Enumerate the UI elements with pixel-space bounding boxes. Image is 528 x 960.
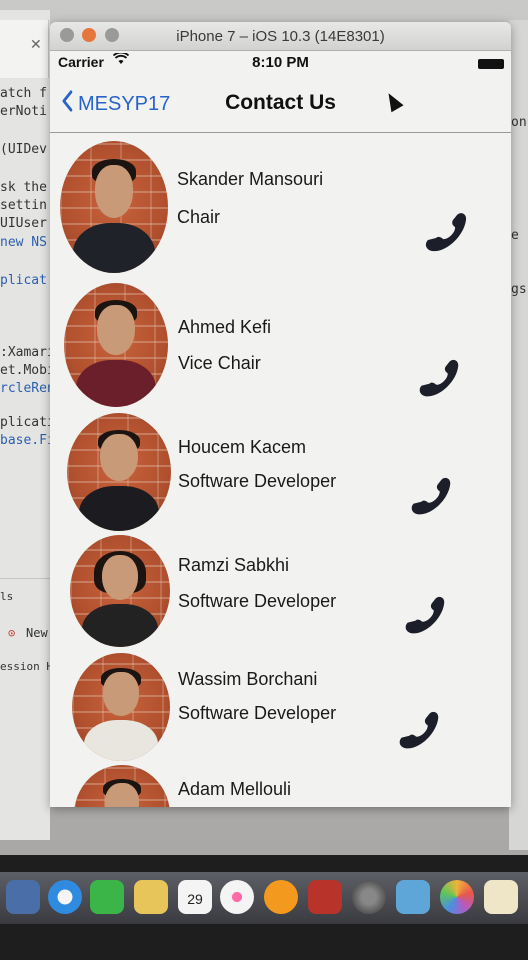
close-icon[interactable]: ✕ bbox=[30, 36, 42, 53]
divider bbox=[0, 578, 50, 579]
battery-icon bbox=[478, 59, 504, 69]
photo-booth-icon[interactable] bbox=[308, 880, 342, 914]
contact-row[interactable]: Houcem Kacem Software Developer bbox=[50, 413, 511, 535]
avatar bbox=[67, 413, 171, 531]
code-line: settin bbox=[0, 198, 47, 213]
code-line: erNoti bbox=[0, 104, 47, 119]
simulator-window: iPhone 7 – iOS 10.3 (14E8301) Carrier 8:… bbox=[50, 22, 511, 807]
code-line: plicat bbox=[0, 273, 47, 288]
avatar bbox=[70, 535, 170, 647]
ide-tab[interactable]: ✕ bbox=[0, 20, 49, 78]
avatar bbox=[64, 283, 168, 407]
app-icon[interactable] bbox=[6, 880, 40, 914]
code-line: gs( bbox=[511, 282, 528, 297]
window-title: iPhone 7 – iOS 10.3 (14E8301) bbox=[176, 28, 385, 45]
phone-icon[interactable] bbox=[400, 590, 448, 643]
facetime-icon[interactable] bbox=[90, 880, 124, 914]
code-line: atch f bbox=[0, 86, 47, 101]
contact-row[interactable]: Skander Mansouri Chair bbox=[50, 141, 511, 279]
phone-icon[interactable] bbox=[394, 705, 442, 758]
page-title: Contact Us bbox=[225, 91, 336, 114]
contact-row[interactable]: Wassim Borchani Software Developer bbox=[50, 653, 511, 765]
safari-icon[interactable] bbox=[48, 880, 82, 914]
phone-icon[interactable] bbox=[420, 206, 470, 261]
contact-row[interactable]: Ramzi Sabkhi Software Developer bbox=[50, 535, 511, 653]
contact-role: Vice Chair bbox=[178, 353, 261, 373]
avatar bbox=[60, 141, 168, 273]
calendar-day: 29 bbox=[187, 891, 203, 907]
contact-name: Wassim Borchani bbox=[178, 669, 318, 689]
contact-role: Software Developer bbox=[178, 591, 337, 611]
code-line: et.Mobi bbox=[0, 363, 55, 378]
ios-status-bar: Carrier 8:10 PM bbox=[50, 50, 511, 74]
contact-name: Adam Mellouli bbox=[178, 779, 292, 799]
calendar-icon[interactable]: 29 bbox=[178, 880, 212, 914]
system-preferences-icon[interactable] bbox=[352, 880, 386, 914]
avatar bbox=[74, 765, 170, 807]
contact-name: Houcem Kacem bbox=[178, 437, 307, 457]
new-file-icon[interactable]: ⊙ bbox=[8, 626, 15, 640]
code-line: :Xamari bbox=[0, 345, 55, 360]
photos-icon[interactable] bbox=[440, 880, 474, 914]
ide-right-panel bbox=[509, 20, 528, 850]
contact-name: Ahmed Kefi bbox=[178, 317, 272, 337]
contact-name: Ramzi Sabkhi bbox=[178, 555, 290, 575]
code-line: e bbox=[511, 228, 519, 243]
code-line: UIUser bbox=[0, 216, 47, 231]
contact-role: Chair bbox=[177, 207, 221, 227]
code-line: base.Fi bbox=[0, 433, 55, 448]
navigation-bar: MESYP17 Contact Us bbox=[50, 74, 511, 133]
phone-icon[interactable] bbox=[414, 353, 462, 406]
contact-list[interactable]: Skander Mansouri Chair Ahmed Kefi Vice C… bbox=[50, 133, 511, 807]
preview-icon[interactable] bbox=[396, 880, 430, 914]
itunes-icon[interactable] bbox=[220, 880, 254, 914]
code-line: sk the bbox=[0, 180, 47, 195]
ibooks-icon[interactable] bbox=[264, 880, 298, 914]
notes-icon[interactable] bbox=[134, 880, 168, 914]
window-titlebar[interactable]: iPhone 7 – iOS 10.3 (14E8301) bbox=[50, 22, 511, 51]
code-line: on bbox=[511, 115, 527, 130]
contact-role: Software Developer bbox=[178, 703, 337, 723]
contact-role: Software Developer bbox=[178, 471, 337, 491]
contact-row[interactable]: Ahmed Kefi Vice Chair bbox=[50, 283, 511, 413]
contact-row[interactable]: Adam Mellouli bbox=[50, 765, 511, 807]
code-line: new NS bbox=[0, 235, 47, 250]
phone-icon[interactable] bbox=[406, 471, 454, 524]
code-line: (UIDev bbox=[0, 142, 47, 157]
contact-name: Skander Mansouri bbox=[177, 169, 324, 189]
status-time: 8:10 PM bbox=[252, 54, 309, 71]
panel-label: ls bbox=[0, 590, 14, 603]
code-line: rcleRen bbox=[0, 381, 55, 396]
textedit-icon[interactable] bbox=[484, 880, 518, 914]
avatar bbox=[72, 653, 170, 761]
